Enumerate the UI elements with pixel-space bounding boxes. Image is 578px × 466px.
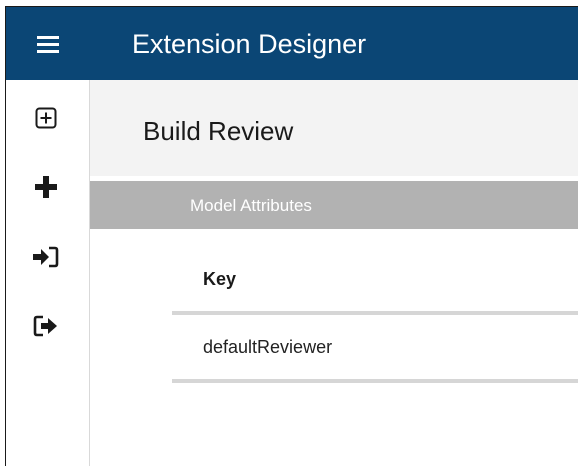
section-header: Model Attributes	[90, 181, 578, 229]
app-window: Extension Designer Build Review Model At…	[5, 6, 578, 466]
sidebar-item-export[interactable]	[28, 309, 64, 343]
sign-out-icon	[33, 315, 59, 337]
hamburger-menu-icon	[37, 35, 59, 53]
sidebar	[6, 80, 90, 466]
column-header-key: Key	[203, 269, 237, 289]
hamburger-menu-button[interactable]	[6, 7, 90, 80]
plus-icon	[35, 176, 57, 198]
table-divider	[172, 379, 578, 383]
page-header: Build Review	[90, 80, 578, 176]
sidebar-item-add-new[interactable]	[28, 101, 64, 135]
table-divider	[172, 311, 578, 315]
table-cell-key[interactable]: defaultReviewer	[203, 336, 332, 358]
sidebar-item-import[interactable]	[28, 240, 64, 274]
sign-in-icon	[33, 246, 59, 268]
plus-square-icon	[35, 107, 57, 129]
section-title: Model Attributes	[190, 196, 312, 215]
app-title: Extension Designer	[132, 29, 367, 59]
sidebar-item-add[interactable]	[28, 170, 64, 204]
page-title: Build Review	[143, 116, 294, 146]
top-bar: Extension Designer	[6, 7, 578, 80]
main-content: Build Review Model Attributes Key defaul…	[90, 80, 578, 466]
